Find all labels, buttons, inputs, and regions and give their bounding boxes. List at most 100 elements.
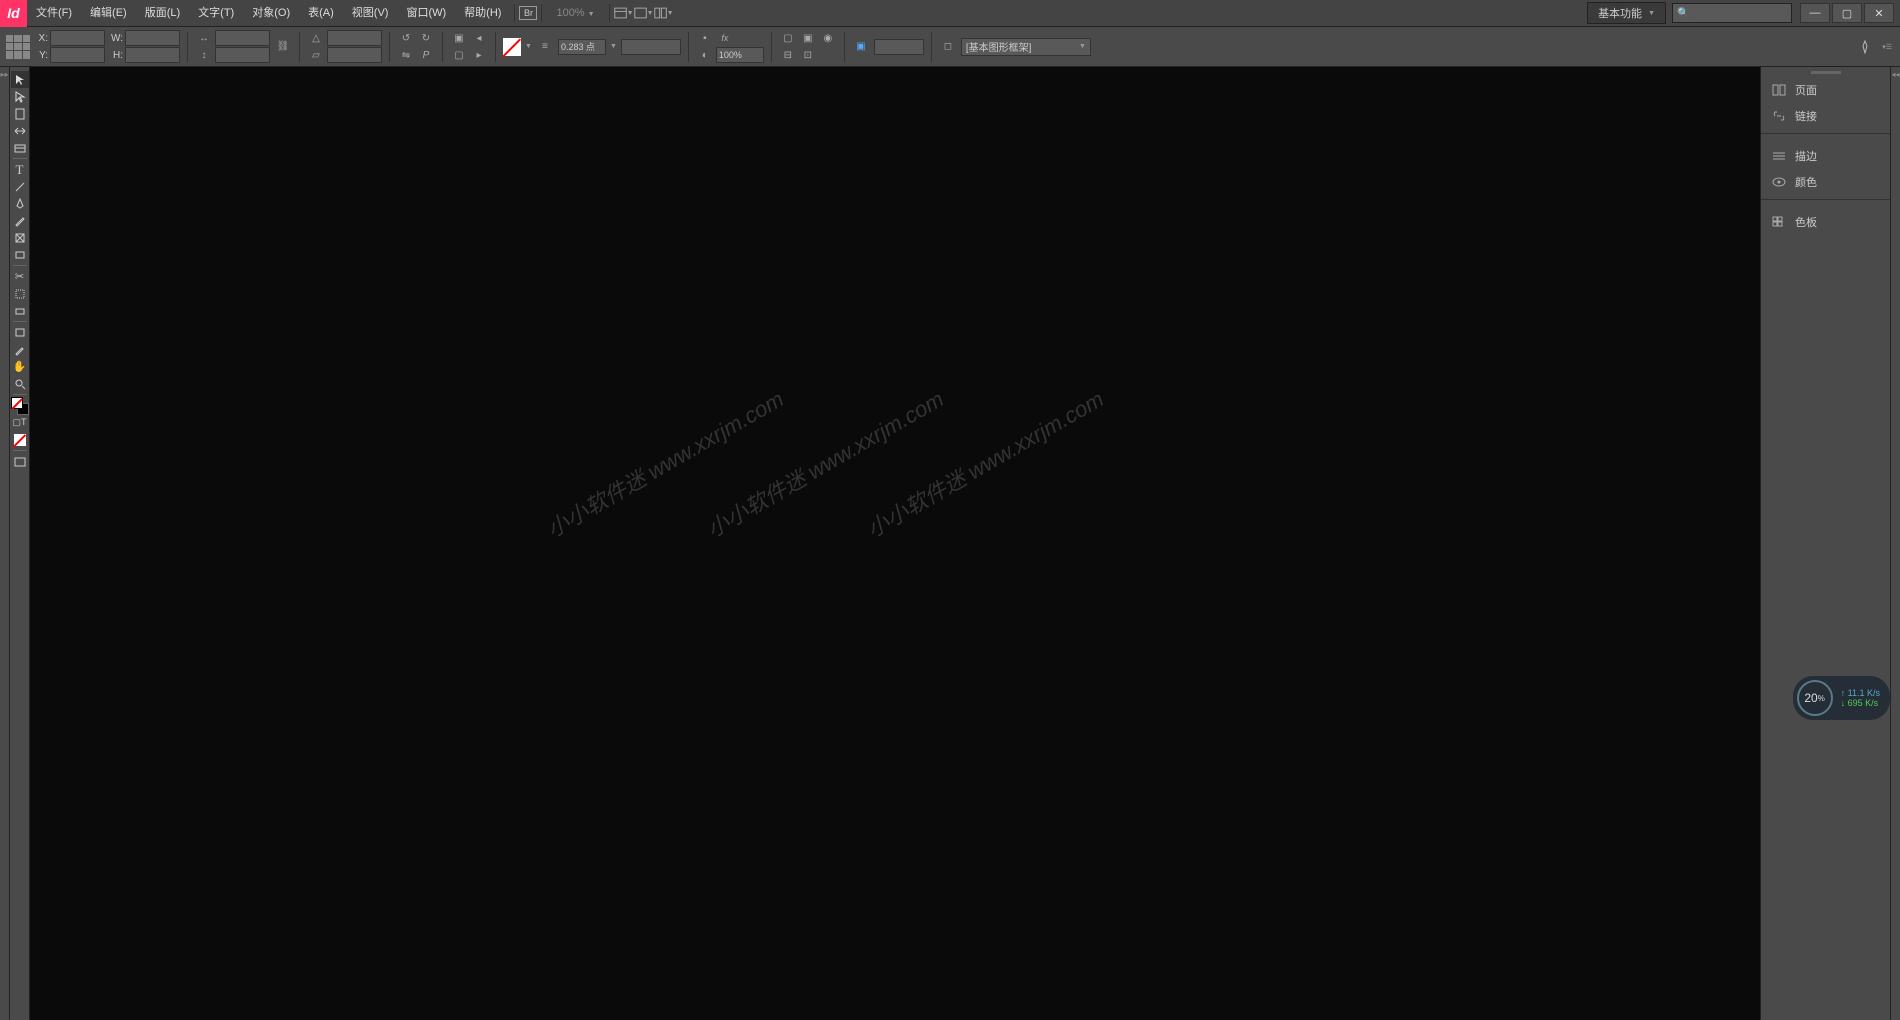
rotate-ccw-icon[interactable]: ↺ [397, 30, 415, 46]
menu-table[interactable]: 表(A) [299, 0, 343, 27]
arrange-icon[interactable]: ▼ [654, 4, 674, 22]
opacity-input[interactable] [716, 47, 764, 63]
eyedropper-tool[interactable] [11, 341, 29, 358]
object-style-value: [基本图形框架] [966, 39, 1032, 54]
shear-icon: ▱ [307, 47, 325, 63]
scissors-tool[interactable]: ✂ [11, 268, 29, 285]
direct-selection-tool[interactable] [11, 88, 29, 105]
menu-edit[interactable]: 编辑(E) [81, 0, 136, 27]
corner-options-icon[interactable]: ◻ [939, 39, 957, 55]
zoom-level[interactable]: 100% ▼ [546, 7, 604, 19]
w-input[interactable] [125, 30, 180, 46]
type-tool[interactable]: T [11, 161, 29, 178]
scale-y-input[interactable] [215, 47, 270, 63]
network-monitor-widget[interactable]: 20% ↑ 11.1 K/s ↓ 695 K/s [1793, 676, 1890, 720]
right-collapse[interactable]: ◂◂ [1890, 67, 1900, 1020]
format-container-icon[interactable]: ▢T [11, 414, 29, 431]
chevron-down-icon[interactable]: ▼ [525, 43, 532, 50]
panel-color[interactable]: 颜色 [1761, 169, 1890, 195]
gradient-swatch-tool[interactable] [11, 302, 29, 319]
fill-stroke-swatch[interactable] [11, 397, 29, 414]
flip-h-icon[interactable]: ⇋ [397, 47, 415, 63]
panel-label: 链接 [1795, 108, 1817, 124]
close-button[interactable]: ✕ [1864, 3, 1894, 23]
panel-label: 颜色 [1795, 174, 1817, 190]
free-transform-tool[interactable] [11, 285, 29, 302]
menu-window[interactable]: 窗口(W) [397, 0, 455, 27]
gap-tool[interactable] [11, 122, 29, 139]
fit-input[interactable] [874, 39, 924, 55]
workspace-switcher[interactable]: 基本功能 ▼ [1587, 2, 1666, 24]
rotate-cw-icon[interactable]: ↻ [417, 30, 435, 46]
menu-type[interactable]: 文字(T) [189, 0, 243, 27]
chevron-down-icon[interactable]: ▼ [610, 43, 617, 50]
screen-mode-icon[interactable]: ▼ [634, 4, 654, 22]
panel-drag-handle[interactable] [1761, 67, 1890, 77]
rotate-input[interactable] [327, 30, 382, 46]
menu-layout[interactable]: 版面(L) [136, 0, 189, 27]
main-area: ▸▸ T ✂ ✋ ▢T 小小软件迷 www.xxrjm.com 小小软件迷 ww… [0, 67, 1900, 1020]
gpu-preview-icon[interactable] [1858, 40, 1872, 54]
wrap-jump-icon[interactable]: ⊟ [779, 47, 797, 63]
selection-tool[interactable] [11, 71, 29, 88]
scale-x-input[interactable] [215, 30, 270, 46]
fx-icon[interactable]: fx [716, 30, 734, 46]
divider [514, 4, 515, 22]
pencil-tool[interactable] [11, 212, 29, 229]
menu-help[interactable]: 帮助(H) [455, 0, 510, 27]
view-mode-tool[interactable] [11, 453, 29, 470]
rotate-p-icon[interactable]: P [417, 47, 435, 63]
tool-separator [13, 450, 27, 451]
separator [299, 32, 300, 62]
page-tool[interactable] [11, 105, 29, 122]
maximize-button[interactable]: ▢ [1832, 3, 1862, 23]
rectangle-tool[interactable] [11, 246, 29, 263]
panel-links[interactable]: 链接 [1761, 103, 1890, 129]
search-input[interactable]: 🔍 [1672, 3, 1792, 23]
zoom-tool[interactable] [11, 375, 29, 392]
wrap-shape-icon[interactable]: ◉ [819, 30, 837, 46]
wrap-none-icon[interactable]: ▢ [779, 30, 797, 46]
rectangle-frame-tool[interactable] [11, 229, 29, 246]
panel-separator [1761, 133, 1890, 143]
select-container-icon[interactable]: ▣ [450, 30, 468, 46]
panel-stroke[interactable]: 描边 [1761, 143, 1890, 169]
hand-tool[interactable]: ✋ [11, 358, 29, 375]
menu-file[interactable]: 文件(F) [27, 0, 81, 27]
stroke-style-input[interactable] [621, 39, 681, 55]
wrap-bbox-icon[interactable]: ▣ [799, 30, 817, 46]
line-tool[interactable] [11, 178, 29, 195]
note-tool[interactable] [11, 324, 29, 341]
stroke-weight-input[interactable] [558, 39, 606, 55]
app-logo: Id [0, 0, 27, 27]
select-prev-icon[interactable]: ◂ [470, 30, 488, 46]
select-next-icon[interactable]: ▸ [470, 47, 488, 63]
apply-none-icon[interactable] [11, 431, 29, 448]
panel-swatches[interactable]: 色板 [1761, 209, 1890, 235]
content-collector-tool[interactable] [11, 139, 29, 156]
drop-shadow-icon[interactable]: ▪ [696, 30, 714, 46]
reference-point-grid[interactable] [6, 35, 30, 59]
auto-fit-icon[interactable]: ▣ [852, 39, 870, 55]
toolbox-collapse[interactable]: ▸▸ [0, 67, 10, 1020]
fill-none-icon[interactable] [503, 38, 521, 56]
bridge-button[interactable]: Br [519, 6, 537, 20]
x-input[interactable] [50, 30, 105, 46]
minimize-button[interactable]: — [1800, 3, 1830, 23]
h-input[interactable] [125, 47, 180, 63]
select-content-icon[interactable]: ▢ [450, 47, 468, 63]
wrap-column-icon[interactable]: ⊡ [799, 47, 817, 63]
view-options-icon[interactable]: ▼ [614, 4, 634, 22]
y-input[interactable] [50, 47, 105, 63]
panel-menu-icon[interactable]: ▾☰ [1882, 43, 1892, 51]
menu-object[interactable]: 对象(O) [243, 0, 299, 27]
document-canvas[interactable]: 小小软件迷 www.xxrjm.com 小小软件迷 www.xxrjm.com … [30, 67, 1760, 1020]
menu-view[interactable]: 视图(V) [343, 0, 398, 27]
pen-tool[interactable] [11, 195, 29, 212]
panel-pages[interactable]: 页面 [1761, 77, 1890, 103]
shear-input[interactable] [327, 47, 382, 63]
separator [389, 32, 390, 62]
object-style-dropdown[interactable]: [基本图形框架] ▼ [961, 38, 1091, 56]
constrain-icon[interactable]: ⛓ [274, 39, 292, 55]
rotate-buttons: ↺↻ ⇋P [397, 30, 435, 63]
